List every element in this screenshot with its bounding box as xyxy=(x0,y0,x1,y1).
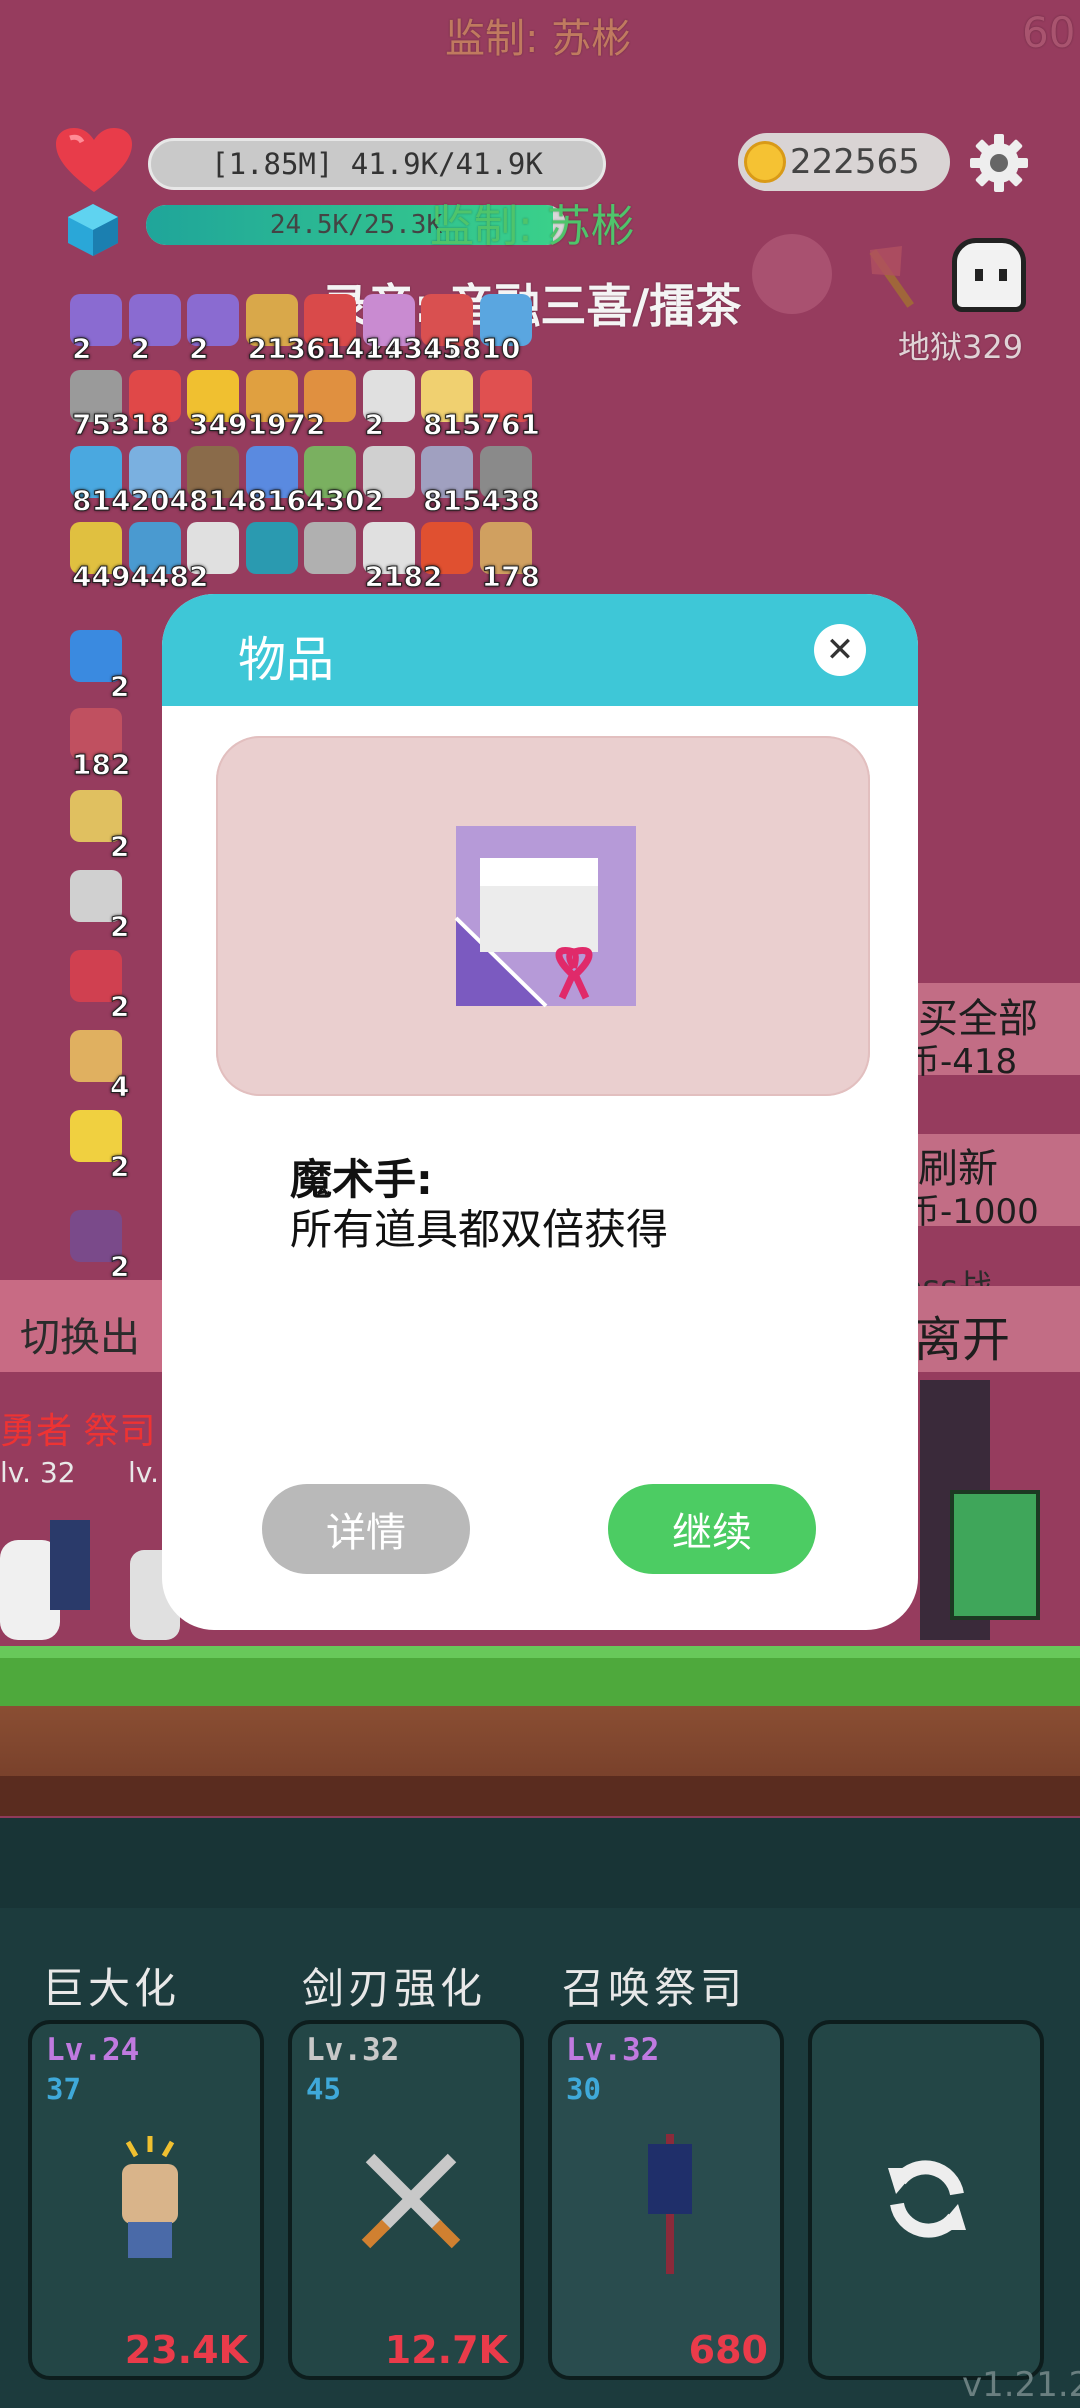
banner-sprite xyxy=(50,1520,90,1610)
inventory-item-count: 458 xyxy=(422,332,482,366)
skill-value: 45 xyxy=(306,2072,341,2106)
item-description: 所有道具都双倍获得 xyxy=(290,1205,669,1254)
hell-level: 地狱329 xyxy=(898,328,1024,366)
continue-button[interactable]: 继续 xyxy=(608,1484,816,1574)
inventory-item-count: 4 xyxy=(109,1070,130,1104)
party-names: 勇者 祭司 xyxy=(0,1411,156,1452)
inventory-item[interactable] xyxy=(304,522,356,574)
skill-card-priest[interactable]: Lv.32 30 680 xyxy=(548,2020,784,2380)
inventory-item-count: 2 xyxy=(109,670,130,704)
skill-cost: 680 xyxy=(688,2328,768,2372)
modal-title: 物品 xyxy=(238,632,335,688)
skill-cost: 12.7K xyxy=(384,2328,508,2372)
inventory-item-count: 449 xyxy=(71,560,131,594)
inventory-item-count: 2 xyxy=(130,332,151,366)
party-level-1: lv. 32 xyxy=(0,1456,76,1489)
watermark-top: 监制: 苏彬 xyxy=(445,16,632,62)
dirt-ground-bottom xyxy=(0,1776,1080,1816)
details-button[interactable]: 详情 xyxy=(262,1484,470,1574)
skill-value: 37 xyxy=(46,2072,81,2106)
party-level-2: lv. xyxy=(128,1456,160,1489)
hp-text: [1.85M] 41.9K/41.9K xyxy=(211,147,543,181)
inventory-item-count: 815 xyxy=(422,408,482,442)
inventory-item-count: 178 xyxy=(481,560,540,594)
inventory-item-count: 448 xyxy=(130,560,189,594)
inventory-item-count: 2 xyxy=(109,830,130,864)
coin-icon xyxy=(744,141,786,183)
inventory-item-count: 2 xyxy=(71,332,92,366)
inventory-item-count: 182 xyxy=(71,748,131,782)
skill-panel-top xyxy=(0,1818,1080,1908)
inventory-item-count: 814 xyxy=(188,484,248,518)
skill-level: Lv.32 xyxy=(306,2032,400,2068)
inventory-item-count: 218 xyxy=(364,560,423,594)
inventory-item-count: 2 xyxy=(364,408,385,442)
inventory-item-count: 430 xyxy=(305,484,365,518)
inventory-item-count: 204 xyxy=(130,484,189,518)
skill-name-1: 巨大化 xyxy=(42,1964,181,2013)
inventory-item-count: 761 xyxy=(481,408,540,442)
skill-level: Lv.24 xyxy=(46,2032,140,2068)
inventory-item-count: 2 xyxy=(422,560,443,594)
coin-value: 222565 xyxy=(790,142,920,182)
refresh-icon xyxy=(882,2154,972,2244)
heart-icon xyxy=(54,126,134,196)
skill-name-2: 剑刃强化 xyxy=(302,1964,487,2013)
inventory-item-count: 197 xyxy=(247,408,306,442)
skill-value: 30 xyxy=(566,2072,601,2106)
item-preview xyxy=(216,736,870,1096)
banner-icon xyxy=(640,2134,700,2274)
switch-label: 切换出 xyxy=(20,1315,140,1361)
inventory-item-count: 753 xyxy=(71,408,131,442)
fps-counter: 60 xyxy=(1022,8,1076,57)
gear-icon[interactable] xyxy=(970,134,1028,192)
skill-card-giant[interactable]: Lv.24 37 23.4K xyxy=(28,2020,264,2380)
inventory-item-count: 18 xyxy=(130,408,170,442)
skill-name-3: 召唤祭司 xyxy=(562,1964,747,2013)
leave-label: 离开 xyxy=(914,1312,1011,1368)
skill-level: Lv.32 xyxy=(566,2032,660,2068)
close-button[interactable]: ✕ xyxy=(814,624,866,676)
inventory-item-count: 2 xyxy=(109,990,130,1024)
enemy-portrait-icon[interactable] xyxy=(752,234,832,314)
watermark-green: 监制: 苏彬 xyxy=(430,201,635,252)
inventory-item-count: 816 xyxy=(247,484,306,518)
inventory-item-count: 349 xyxy=(188,408,248,442)
inventory-item-count: 2 xyxy=(109,1250,130,1284)
close-icon: ✕ xyxy=(825,630,855,670)
fist-icon xyxy=(112,2134,188,2264)
enemy-green-robot xyxy=(950,1490,1040,1620)
inventory-item-count: 2 xyxy=(364,484,385,518)
refresh-skills-card[interactable] xyxy=(808,2020,1044,2380)
skill-card-blade[interactable]: Lv.32 45 12.7K xyxy=(288,2020,524,2380)
coin-counter: 222565 xyxy=(738,133,950,191)
hp-bar: [1.85M] 41.9K/41.9K xyxy=(148,138,606,190)
inventory-item-count: 2 xyxy=(188,560,209,594)
mana-gem-icon xyxy=(68,204,118,256)
inventory-item-count: 2 xyxy=(109,1150,130,1184)
item-modal: 物品 ✕ 魔术手: 所有道具都双倍获得 详情 继续 xyxy=(162,594,918,1630)
ghost-icon[interactable] xyxy=(952,238,1026,312)
inventory-item-count: 2 xyxy=(188,332,209,366)
inventory-item-count: 438 xyxy=(481,484,540,518)
crossed-swords-icon xyxy=(356,2144,466,2254)
inventory-item-count: 2 xyxy=(109,910,130,944)
version-label: v1.21.2 xyxy=(962,2365,1080,2405)
inventory-item-count: 815 xyxy=(422,484,482,518)
axe-icon[interactable] xyxy=(850,236,930,316)
inventory-item-count: 814 xyxy=(71,484,131,518)
skill-cost: 23.4K xyxy=(124,2328,248,2372)
inventory-item-count: 2 xyxy=(305,408,326,442)
magic-hand-item-icon xyxy=(450,822,636,1008)
inventory-item-count: 10 xyxy=(481,332,521,366)
inventory-item[interactable] xyxy=(245,522,298,574)
